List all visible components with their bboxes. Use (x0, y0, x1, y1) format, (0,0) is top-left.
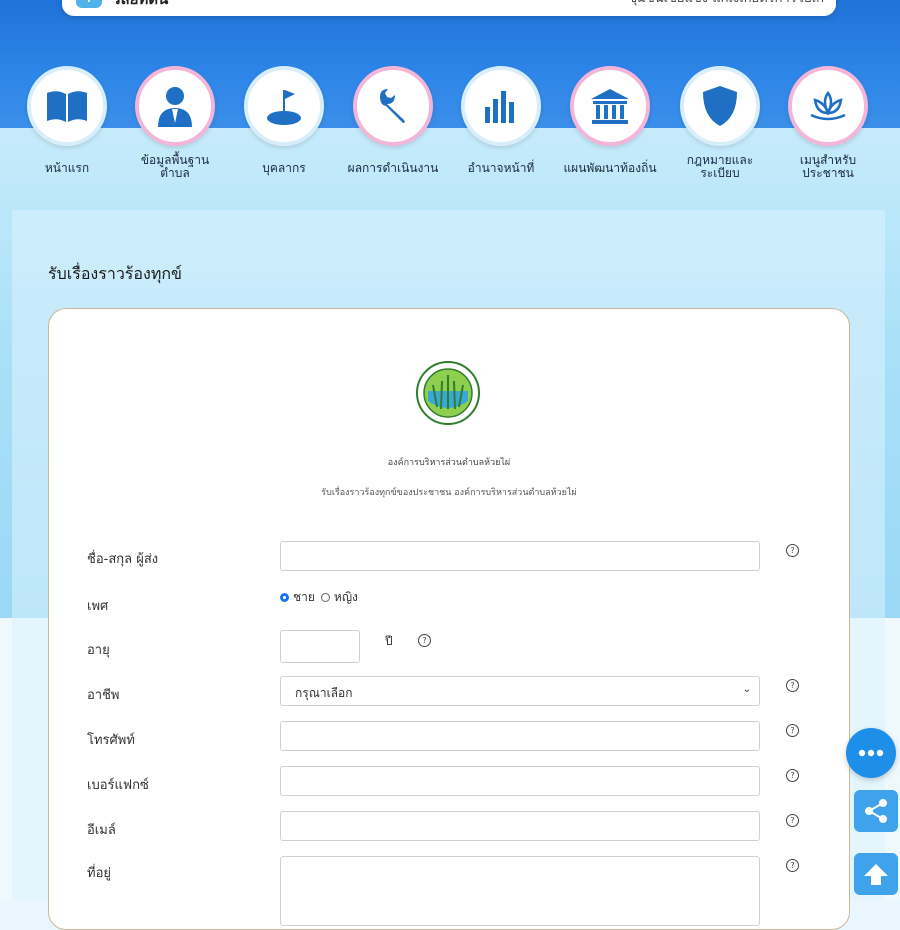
help-icon[interactable]: ? (786, 769, 799, 782)
nav-item-citizen-menu[interactable]: เมนูสำหรับ ประชาชน (774, 66, 882, 180)
occupation-label: อาชีพ (87, 688, 120, 703)
page-title: รับเรื่องราวร้องทุกข์ (48, 264, 182, 283)
help-icon[interactable]: ? (786, 679, 799, 692)
occupation-selected-value: กรุณาเลือก (295, 686, 353, 700)
nav-item-performance[interactable]: ผลการดำเนินงาน (339, 66, 447, 175)
government-building-icon (591, 89, 629, 124)
organization-subtitle: รับเรื่องราวร้องทุกข์ของประชาชน องค์การบ… (321, 488, 577, 498)
nav-circle (353, 66, 433, 146)
phone-label: โทรศัพท์ (87, 733, 135, 748)
scroll-top-button[interactable] (854, 853, 898, 895)
microphone-icon[interactable] (76, 0, 102, 8)
book-icon (47, 91, 87, 122)
lotus-icon (810, 90, 846, 121)
gender-male-label: ชาย (293, 590, 315, 604)
nav-item-laws[interactable]: กฎหมายและ ระเบียบ (666, 66, 774, 180)
chevron-down-icon: ⌄ (742, 684, 751, 695)
nav-item-local-dev-plan[interactable]: แผนพัฒนาท้องถิ่น (556, 66, 664, 175)
gender-radio-group: ชาย หญิง (280, 588, 358, 607)
gender-label: เพศ (87, 599, 109, 614)
share-icon (865, 799, 887, 823)
gender-male-radio[interactable] (280, 593, 289, 602)
occupation-select[interactable]: กรุณาเลือก ⌄ (280, 676, 760, 706)
email-label: อีเมล์ (87, 823, 116, 838)
name-label: ชื่อ-สกุล ผู้ส่ง (87, 552, 159, 567)
nav-label: หน้าแรก (44, 161, 90, 175)
gender-female-label: หญิง (333, 590, 358, 604)
wrench-icon (380, 89, 405, 123)
help-icon[interactable]: ? (786, 724, 799, 737)
address-textarea[interactable] (280, 856, 760, 926)
help-icon[interactable]: ? (418, 634, 431, 647)
nav-label: แผนพัฒนาท้องถิ่น (563, 161, 657, 175)
fax-label: เบอร์แฟกซ์ (87, 778, 149, 793)
help-icon[interactable]: ? (786, 859, 799, 872)
nav-label: บุคลากร (262, 161, 306, 175)
nav-item-home[interactable]: หน้าแรก (13, 66, 121, 175)
nav-item-authority[interactable]: อำนาจหน้าที่ (447, 66, 555, 175)
chat-bubble-icon (858, 749, 884, 757)
nav-circle (461, 66, 541, 146)
address-label: ที่อยู่ (87, 866, 111, 881)
top-bar: วลิยทิตน ชุมชนเขยแขง แกเงเกยตรการวยเก (62, 0, 836, 16)
site-title: วลิยทิตน (112, 0, 168, 11)
help-icon[interactable]: ? (786, 814, 799, 827)
organization-seal-logo (416, 361, 480, 425)
nav-label: เมนูสำหรับ ประชาชน (799, 153, 857, 180)
arrow-up-icon (864, 864, 888, 885)
organization-name: องค์การบริหารส่วนตำบลห้วยไผ่ (387, 458, 511, 468)
nav-circle (788, 66, 868, 146)
nav-item-basic-info[interactable]: ข้อมูลพื้นฐาน ตำบล (121, 66, 229, 180)
age-unit: ปี (385, 634, 393, 648)
nav-circle (135, 66, 215, 146)
nav-label: อำนาจหน้าที่ (467, 161, 535, 175)
complaint-form-card: องค์การบริหารส่วนตำบลห้วยไผ่ รับเรื่องรา… (48, 308, 850, 930)
person-icon (158, 87, 192, 127)
help-icon[interactable]: ? (786, 544, 799, 557)
top-bar-text: ชุมชนเขยแขง แกเงเกยตรการวยเก (628, 0, 824, 8)
nav-circle (680, 66, 760, 146)
golf-flag-icon (267, 90, 301, 125)
nav-circle (244, 66, 324, 146)
nav-circle (570, 66, 650, 146)
bar-chart-icon (485, 91, 514, 123)
email-field[interactable] (280, 811, 760, 841)
shield-icon (703, 86, 737, 126)
nav-label: ผลการดำเนินงาน (347, 161, 439, 175)
chat-button[interactable] (846, 728, 896, 778)
nav-label: ข้อมูลพื้นฐาน ตำบล (140, 153, 210, 180)
phone-field[interactable] (280, 721, 760, 751)
name-field[interactable] (280, 541, 760, 571)
age-label: อายุ (87, 643, 110, 658)
nav-label: กฎหมายและ ระเบียบ (686, 153, 754, 180)
share-button[interactable] (854, 790, 898, 832)
age-field[interactable] (280, 630, 360, 663)
nav-circle (27, 66, 107, 146)
fax-field[interactable] (280, 766, 760, 796)
gender-female-radio[interactable] (320, 593, 330, 602)
nav-item-personnel[interactable]: บุคลากร (230, 66, 338, 175)
